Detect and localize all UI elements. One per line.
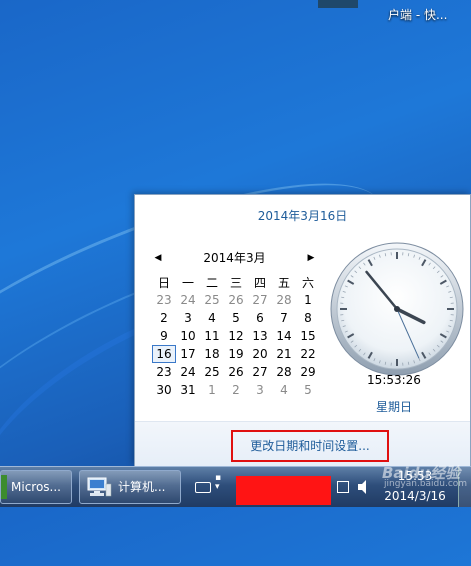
calendar-day[interactable]: 23 [152, 363, 176, 381]
calendar-day[interactable]: 24 [176, 363, 200, 381]
calendar-day[interactable]: 18 [200, 345, 224, 363]
calendar-days: 2324252627281234567891011121314151617181… [152, 291, 320, 399]
calendar-day[interactable]: 10 [176, 327, 200, 345]
calendar-day[interactable]: 25 [200, 363, 224, 381]
calendar-week-row: 2324252627281 [152, 291, 320, 309]
calendar-day[interactable]: 19 [224, 345, 248, 363]
digital-time: 15:53:26 [335, 373, 453, 387]
redacted-area [236, 476, 331, 505]
computer-icon [86, 476, 112, 498]
weekday-label: 六 [296, 273, 320, 291]
tray-clock-time[interactable]: 15:53 [380, 469, 450, 483]
calendar-day[interactable]: 4 [272, 381, 296, 399]
calendar-navigation: ◀ 2014年3月 ▶ [152, 250, 317, 266]
calendar-day[interactable]: 12 [224, 327, 248, 345]
calendar-day[interactable]: 15 [296, 327, 320, 345]
desktop-shortcut-label[interactable]: 户端 - 快... [388, 6, 447, 23]
weekday-label: 星期日 [335, 398, 453, 415]
calendar-day[interactable]: 22 [296, 345, 320, 363]
network-icon[interactable] [337, 481, 349, 493]
calendar-day[interactable]: 2 [152, 309, 176, 327]
calendar-day[interactable]: 14 [272, 327, 296, 345]
calendar-day[interactable]: 11 [200, 327, 224, 345]
calendar-day[interactable]: 6 [248, 309, 272, 327]
calendar-week-row: 16171819202122 [152, 345, 320, 363]
taskbar-button-label: 计算机... [118, 480, 165, 494]
flyout-date-header[interactable]: 2014年3月16日 [135, 207, 470, 224]
calendar-day[interactable]: 28 [272, 291, 296, 309]
change-date-time-settings-link[interactable]: 更改日期和时间设置... [231, 430, 389, 462]
calendar-day[interactable]: 31 [176, 381, 200, 399]
calendar-day[interactable]: 25 [200, 291, 224, 309]
app-thumbnail-icon [1, 475, 7, 499]
calendar-day[interactable]: 2 [224, 381, 248, 399]
weekday-label: 五 [272, 273, 296, 291]
calendar-grid: 日 一 二 三 四 五 六 23242526272812345678910111… [152, 273, 320, 399]
calendar-day[interactable]: 26 [224, 291, 248, 309]
calendar-day[interactable]: 3 [176, 309, 200, 327]
calendar-day[interactable]: 1 [200, 381, 224, 399]
calendar-day[interactable]: 3 [248, 381, 272, 399]
analog-clock-icon [327, 239, 467, 379]
date-time-flyout: 2014年3月16日 ◀ 2014年3月 ▶ 日 一 二 三 四 五 六 232… [134, 194, 471, 466]
weekday-label: 三 [224, 273, 248, 291]
next-month-icon[interactable]: ▶ [305, 250, 317, 266]
show-hidden-icons-icon[interactable]: ▪▾ [215, 474, 221, 492]
calendar-day[interactable]: 27 [248, 363, 272, 381]
calendar-day[interactable]: 21 [272, 345, 296, 363]
tray-controls: ▪▾ [189, 470, 229, 504]
weekday-label: 四 [248, 273, 272, 291]
taskbar-button-microsoft[interactable]: Micros... [0, 470, 72, 504]
taskbar-button-computer[interactable]: 计算机... [79, 470, 181, 504]
taskbar: Micros... 计算机... ▪▾ 15:53 2014/3/16 [0, 466, 471, 507]
calendar-day[interactable]: 27 [248, 291, 272, 309]
calendar-day[interactable]: 17 [176, 345, 200, 363]
calendar-day[interactable]: 8 [296, 309, 320, 327]
calendar-day-today[interactable]: 16 [152, 345, 176, 363]
calendar-day[interactable]: 26 [224, 363, 248, 381]
calendar-day[interactable]: 13 [248, 327, 272, 345]
weekday-label: 日 [152, 273, 176, 291]
desktop-shortcut-icon[interactable] [318, 0, 358, 8]
taskbar-button-label: Micros... [11, 480, 61, 494]
calendar-day[interactable]: 7 [272, 309, 296, 327]
calendar-day[interactable]: 5 [224, 309, 248, 327]
weekday-label: 一 [176, 273, 200, 291]
weekday-label: 二 [200, 273, 224, 291]
calendar-week-row: 23242526272829 [152, 363, 320, 381]
calendar-week-row: 303112345 [152, 381, 320, 399]
calendar-month-title[interactable]: 2014年3月 [152, 250, 317, 266]
calendar-day[interactable]: 29 [296, 363, 320, 381]
calendar-day[interactable]: 20 [248, 345, 272, 363]
volume-icon[interactable] [357, 479, 371, 495]
calendar-day[interactable]: 9 [152, 327, 176, 345]
calendar-day[interactable]: 23 [152, 291, 176, 309]
calendar-day[interactable]: 1 [296, 291, 320, 309]
calendar-day[interactable]: 4 [200, 309, 224, 327]
weekday-header-row: 日 一 二 三 四 五 六 [152, 273, 320, 291]
flyout-footer: 更改日期和时间设置... [135, 421, 470, 467]
calendar-day[interactable]: 30 [152, 381, 176, 399]
show-desktop-button[interactable] [458, 467, 471, 507]
tray-clock-date[interactable]: 2014/3/16 [380, 489, 450, 503]
calendar-week-row: 9101112131415 [152, 327, 320, 345]
calendar-day[interactable]: 5 [296, 381, 320, 399]
calendar-day[interactable]: 28 [272, 363, 296, 381]
calendar-day[interactable]: 24 [176, 291, 200, 309]
calendar-week-row: 2345678 [152, 309, 320, 327]
keyboard-icon[interactable] [195, 482, 211, 493]
